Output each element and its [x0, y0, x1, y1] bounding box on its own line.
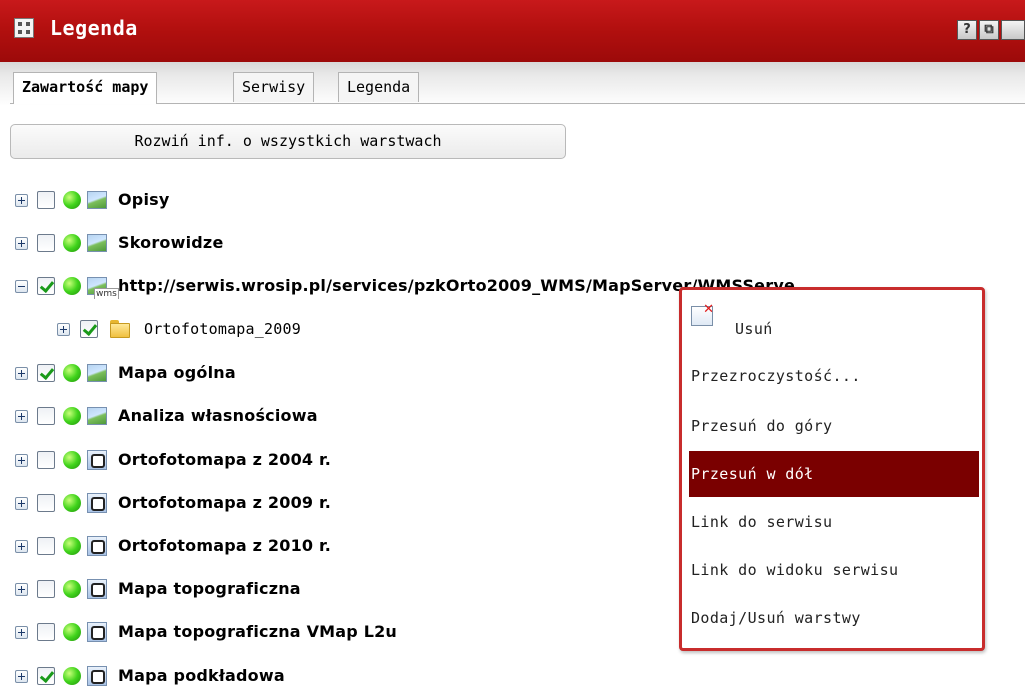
menu-item-move-up[interactable]: Przesuń do góry — [689, 407, 979, 445]
layer-context-menu: Usuń Przezroczystość... Przesuń do góry … — [679, 287, 985, 651]
layer-label[interactable]: Analiza własnościowa — [118, 406, 318, 425]
expand-icon[interactable] — [15, 410, 28, 423]
layer-checkbox[interactable] — [37, 277, 55, 295]
wms-layer-icon: wms — [87, 277, 119, 299]
layer-row: Ortofotomapa z 2010 r. — [0, 535, 680, 559]
status-dot-icon — [63, 667, 81, 685]
layer-row: Mapa podkładowa — [0, 665, 680, 689]
layer-row: Analiza własnościowa — [0, 405, 680, 429]
layer-checkbox[interactable] — [37, 537, 55, 555]
service-g-icon — [87, 666, 107, 686]
layer-row: Ortofotomapa z 2004 r. — [0, 449, 680, 473]
status-dot-icon — [63, 277, 81, 295]
layer-label[interactable]: Mapa topograficzna — [118, 579, 301, 598]
layer-row: Mapa ogólna — [0, 362, 680, 386]
collapse-icon[interactable] — [15, 280, 28, 293]
layer-label[interactable]: Ortofotomapa z 2004 r. — [118, 450, 331, 469]
layer-label[interactable]: Mapa podkładowa — [118, 666, 285, 685]
image-layer-icon — [87, 191, 107, 209]
window-title: Legenda — [50, 16, 138, 40]
expand-all-layers-button[interactable]: Rozwiń inf. o wszystkich warstwach — [10, 124, 566, 159]
service-g-icon — [87, 450, 107, 470]
expand-icon[interactable] — [15, 540, 28, 553]
image-layer-icon — [87, 407, 107, 425]
status-dot-icon — [63, 537, 81, 555]
menu-item-transparency[interactable]: Przezroczystość... — [689, 357, 979, 395]
expand-icon[interactable] — [15, 583, 28, 596]
status-dot-icon — [63, 451, 81, 469]
expand-icon[interactable] — [15, 497, 28, 510]
layer-checkbox[interactable] — [37, 234, 55, 252]
expand-icon[interactable] — [15, 670, 28, 683]
status-dot-icon — [63, 234, 81, 252]
layer-label[interactable]: Mapa ogólna — [118, 363, 236, 382]
image-layer-icon — [87, 234, 107, 252]
layer-checkbox[interactable] — [37, 451, 55, 469]
status-dot-icon — [63, 364, 81, 382]
expand-icon[interactable] — [15, 454, 28, 467]
expand-icon[interactable] — [15, 194, 28, 207]
layer-label[interactable]: Skorowidze — [118, 233, 224, 252]
layer-label[interactable]: Ortofotomapa_2009 — [144, 320, 301, 338]
layer-label[interactable]: Ortofotomapa z 2009 r. — [118, 493, 331, 512]
expand-icon[interactable] — [15, 626, 28, 639]
layer-row-child: Ortofotomapa_2009 — [0, 318, 680, 342]
menu-item-service-view-link[interactable]: Link do widoku serwisu — [689, 551, 979, 589]
service-g-icon — [87, 493, 107, 513]
menu-item-move-down[interactable]: Przesuń w dół — [689, 451, 979, 497]
legend-window-icon — [14, 18, 34, 38]
layer-checkbox[interactable] — [37, 667, 55, 685]
image-layer-icon — [87, 364, 107, 382]
menu-item-service-link[interactable]: Link do serwisu — [689, 503, 979, 541]
restore-button[interactable]: ⧉ — [979, 20, 999, 40]
layer-checkbox[interactable] — [37, 580, 55, 598]
help-button[interactable]: ? — [957, 20, 977, 40]
folder-icon — [110, 320, 130, 338]
layer-checkbox[interactable] — [80, 320, 98, 338]
layer-label[interactable]: Ortofotomapa z 2010 r. — [118, 536, 331, 555]
tab-services[interactable]: Serwisy — [233, 72, 315, 102]
window-titlebar: Legenda ? ⧉ — [0, 0, 1025, 62]
status-dot-icon — [63, 407, 81, 425]
layer-row: Opisy — [0, 189, 1025, 213]
layer-row: Mapa topograficzna — [0, 578, 680, 602]
status-dot-icon — [63, 580, 81, 598]
layer-checkbox[interactable] — [37, 407, 55, 425]
window-extra-button[interactable] — [1001, 20, 1025, 40]
layer-row: Mapa topograficzna VMap L2u — [0, 621, 680, 645]
status-dot-icon — [63, 623, 81, 641]
service-g-icon — [87, 579, 107, 599]
tab-legend[interactable]: Legenda — [338, 72, 420, 102]
layer-label[interactable]: Mapa topograficzna VMap L2u — [118, 622, 397, 641]
layer-row: Skorowidze — [0, 232, 1025, 256]
layer-checkbox[interactable] — [37, 623, 55, 641]
layer-row: Ortofotomapa z 2009 r. — [0, 492, 680, 516]
service-g-icon — [87, 536, 107, 556]
layer-label[interactable]: Opisy — [118, 190, 170, 209]
layer-checkbox[interactable] — [37, 191, 55, 209]
tab-map-contents[interactable]: Zawartość mapy — [13, 72, 158, 104]
status-dot-icon — [63, 494, 81, 512]
status-dot-icon — [63, 191, 81, 209]
expand-icon[interactable] — [15, 367, 28, 380]
layer-checkbox[interactable] — [37, 364, 55, 382]
service-g-icon — [87, 622, 107, 642]
layer-checkbox[interactable] — [37, 494, 55, 512]
tab-baseline — [10, 103, 1025, 104]
menu-item-add-remove-layers[interactable]: Dodaj/Usuń warstwy — [689, 599, 979, 637]
expand-icon[interactable] — [57, 323, 70, 336]
menu-item-delete[interactable]: Usuń — [689, 310, 979, 348]
expand-icon[interactable] — [15, 237, 28, 250]
